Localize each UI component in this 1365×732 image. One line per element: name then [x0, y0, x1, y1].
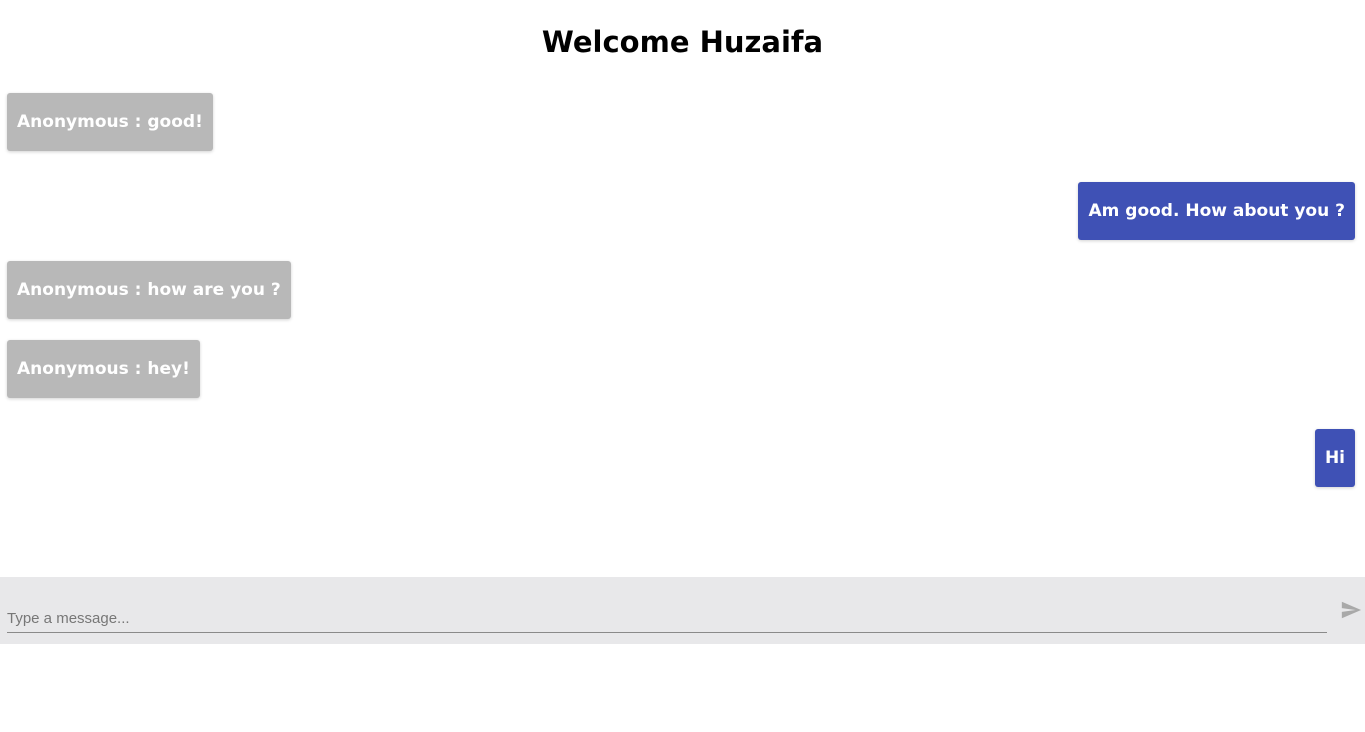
message-input[interactable] — [7, 605, 1327, 633]
outgoing-message-bubble: Am good. How about you ? — [1078, 182, 1355, 240]
incoming-message-bubble: Anonymous : how are you ? — [7, 261, 291, 319]
outgoing-message-bubble: Hi — [1314, 429, 1355, 487]
incoming-message-bubble: Anonymous : hey! — [7, 340, 200, 398]
incoming-message-bubble: Anonymous : good! — [7, 93, 213, 151]
chat-page: Welcome Huzaifa Anonymous : good! Am goo… — [0, 0, 1365, 732]
page-title: Welcome Huzaifa — [541, 25, 824, 59]
message-composer — [0, 577, 1365, 644]
send-icon — [1341, 601, 1362, 619]
send-button[interactable] — [1338, 599, 1364, 621]
